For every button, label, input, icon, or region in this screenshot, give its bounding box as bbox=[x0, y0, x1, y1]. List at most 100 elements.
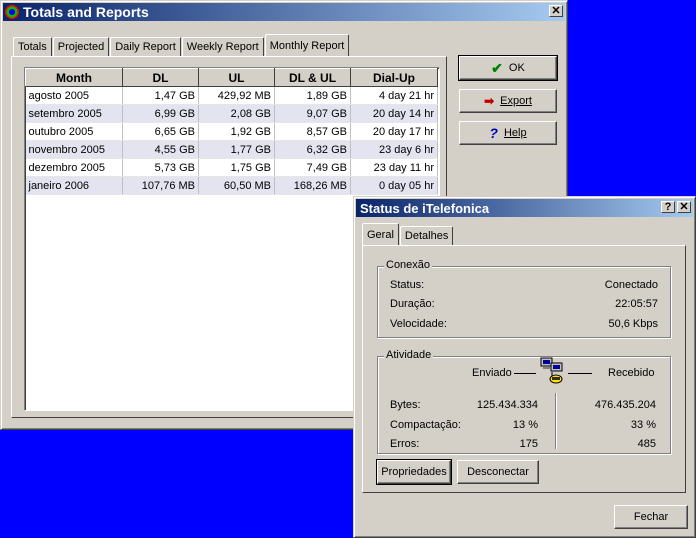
question-icon: ? bbox=[664, 200, 672, 213]
totals-titlebar[interactable]: Totals and Reports ✕ bbox=[3, 3, 565, 21]
tab-geral[interactable]: Geral bbox=[362, 223, 399, 245]
table-row[interactable]: agosto 2005 1,47 GB 429,92 MB 1,89 GB 4 … bbox=[25, 86, 438, 105]
cell-dl-ul: 6,32 GB bbox=[274, 140, 351, 159]
table-row[interactable]: dezembro 2005 5,73 GB 1,75 GB 7,49 GB 23… bbox=[25, 158, 438, 177]
duracao-row: Duração: 22:05:57 bbox=[390, 298, 658, 310]
compactacao-label: Compactação: bbox=[390, 419, 461, 431]
window-title: Status de iTelefonica bbox=[360, 200, 490, 216]
cell-dial-up: 20 day 14 hr bbox=[350, 104, 438, 123]
tab-monthly-report[interactable]: Monthly Report bbox=[264, 34, 350, 56]
column-header-dl-ul[interactable]: DL & UL bbox=[274, 68, 351, 87]
cell-ul: 2,08 GB bbox=[198, 104, 275, 123]
close-icon: ✕ bbox=[679, 200, 689, 213]
checkmark-icon: ✔ bbox=[491, 59, 503, 76]
tab-label: Totals bbox=[18, 41, 47, 53]
cell-dl-ul: 7,49 GB bbox=[274, 158, 351, 177]
tab-label: Daily Report bbox=[115, 41, 176, 53]
cell-ul: 1,77 GB bbox=[198, 140, 275, 159]
tab-label: Projected bbox=[57, 41, 105, 53]
cell-month: dezembro 2005 bbox=[25, 158, 123, 177]
cell-dl-ul: 9,07 GB bbox=[274, 104, 351, 123]
help-title-button[interactable]: ? bbox=[661, 201, 675, 213]
cell-dl: 107,76 MB bbox=[122, 176, 199, 195]
status-tabs: Geral Detalhes bbox=[362, 223, 454, 245]
cell-dial-up: 20 day 17 hr bbox=[350, 122, 438, 141]
cell-dl: 1,47 GB bbox=[122, 86, 199, 105]
erros-sent-value: 175 bbox=[519, 438, 538, 450]
table-header-row: Month DL UL DL & UL Dial-Up bbox=[25, 68, 438, 87]
cell-month: agosto 2005 bbox=[25, 86, 123, 105]
column-header-ul[interactable]: UL bbox=[198, 68, 275, 87]
tab-totals[interactable]: Totals bbox=[13, 37, 52, 56]
geral-panel: Conexão Status: Conectado Duração: 22:05… bbox=[362, 245, 686, 493]
atividade-group: Atividade Enviado Recebido Bytes: 125.43… bbox=[377, 349, 671, 454]
fechar-label: Fechar bbox=[633, 511, 669, 523]
cell-ul: 429,92 MB bbox=[198, 86, 275, 105]
cell-dial-up: 23 day 11 hr bbox=[350, 158, 438, 177]
cell-dial-up: 23 day 6 hr bbox=[350, 140, 438, 159]
tab-projected[interactable]: Projected bbox=[52, 37, 110, 56]
cell-dial-up: 4 day 21 hr bbox=[350, 86, 438, 105]
export-icon: ➡ bbox=[484, 94, 495, 108]
duracao-value: 22:05:57 bbox=[615, 298, 658, 310]
status-row: Status: Conectado bbox=[390, 279, 658, 291]
cell-month: novembro 2005 bbox=[25, 140, 123, 159]
network-computers-icon bbox=[540, 357, 564, 385]
close-button[interactable]: ✕ bbox=[549, 5, 563, 17]
cell-ul: 1,92 GB bbox=[198, 122, 275, 141]
status-label: Status: bbox=[390, 279, 425, 291]
velocidade-value: 50,6 Kbps bbox=[608, 318, 658, 330]
table-row[interactable]: janeiro 2006 107,76 MB 60,50 MB 168,26 M… bbox=[25, 176, 438, 195]
export-button[interactable]: ➡ Export bbox=[459, 89, 557, 113]
recebido-line bbox=[568, 373, 592, 374]
enviado-line bbox=[514, 373, 536, 374]
status-titlebar[interactable]: Status de iTelefonica ? ✕ bbox=[356, 199, 693, 217]
compactacao-sent-value: 13 % bbox=[512, 419, 538, 431]
window-title: Totals and Reports bbox=[23, 4, 149, 20]
column-header-dl[interactable]: DL bbox=[122, 68, 199, 87]
cell-dl: 6,65 GB bbox=[122, 122, 199, 141]
fechar-button[interactable]: Fechar bbox=[614, 505, 688, 529]
cell-ul: 60,50 MB bbox=[198, 176, 275, 195]
propriedades-button[interactable]: Propriedades bbox=[376, 459, 452, 485]
app-icon bbox=[5, 5, 19, 19]
erros-label: Erros: bbox=[390, 438, 420, 450]
propriedades-label: Propriedades bbox=[381, 466, 447, 478]
tab-label: Weekly Report bbox=[186, 41, 259, 53]
help-button[interactable]: ? Help bbox=[459, 121, 557, 145]
conexao-group: Conexão Status: Conectado Duração: 22:05… bbox=[377, 259, 671, 338]
tab-label: Geral bbox=[367, 228, 394, 241]
tab-weekly-report[interactable]: Weekly Report bbox=[181, 37, 264, 56]
question-icon: ? bbox=[489, 125, 498, 141]
status-value: Conectado bbox=[604, 279, 658, 291]
desconectar-label: Desconectar bbox=[467, 466, 529, 478]
cell-month: janeiro 2006 bbox=[25, 176, 123, 195]
connection-status-window: Status de iTelefonica ? ✕ Geral Detalhes… bbox=[353, 196, 696, 538]
table-row[interactable]: setembro 2005 6,99 GB 2,08 GB 9,07 GB 20… bbox=[25, 104, 438, 123]
velocidade-row: Velocidade: 50,6 Kbps bbox=[390, 318, 658, 330]
erros-received-value: 485 bbox=[637, 438, 656, 450]
cell-dl: 5,73 GB bbox=[122, 158, 199, 177]
table-row[interactable]: outubro 2005 6,65 GB 1,92 GB 8,57 GB 20 … bbox=[25, 122, 438, 141]
column-header-dial-up[interactable]: Dial-Up bbox=[350, 68, 438, 87]
enviado-label: Enviado bbox=[472, 367, 512, 379]
tab-detalhes[interactable]: Detalhes bbox=[399, 226, 454, 245]
close-icon: ✕ bbox=[551, 4, 561, 17]
conexao-legend: Conexão bbox=[384, 259, 433, 271]
table-row[interactable]: novembro 2005 4,55 GB 1,77 GB 6,32 GB 23… bbox=[25, 140, 438, 159]
desconectar-button[interactable]: Desconectar bbox=[457, 460, 539, 484]
tab-daily-report[interactable]: Daily Report bbox=[110, 37, 181, 56]
ok-button[interactable]: ✔ OK bbox=[458, 55, 558, 81]
duracao-label: Duração: bbox=[390, 298, 435, 310]
column-header-month[interactable]: Month bbox=[25, 68, 123, 87]
cell-dl-ul: 168,26 MB bbox=[274, 176, 351, 195]
cell-month: setembro 2005 bbox=[25, 104, 123, 123]
cell-ul: 1,75 GB bbox=[198, 158, 275, 177]
tab-label: Monthly Report bbox=[269, 39, 345, 52]
ok-label: OK bbox=[508, 62, 525, 74]
close-button[interactable]: ✕ bbox=[677, 201, 691, 213]
cell-dl: 4,55 GB bbox=[122, 140, 199, 159]
bytes-label: Bytes: bbox=[390, 399, 421, 411]
help-label: Help bbox=[503, 127, 527, 139]
tab-label: Detalhes bbox=[404, 230, 449, 242]
